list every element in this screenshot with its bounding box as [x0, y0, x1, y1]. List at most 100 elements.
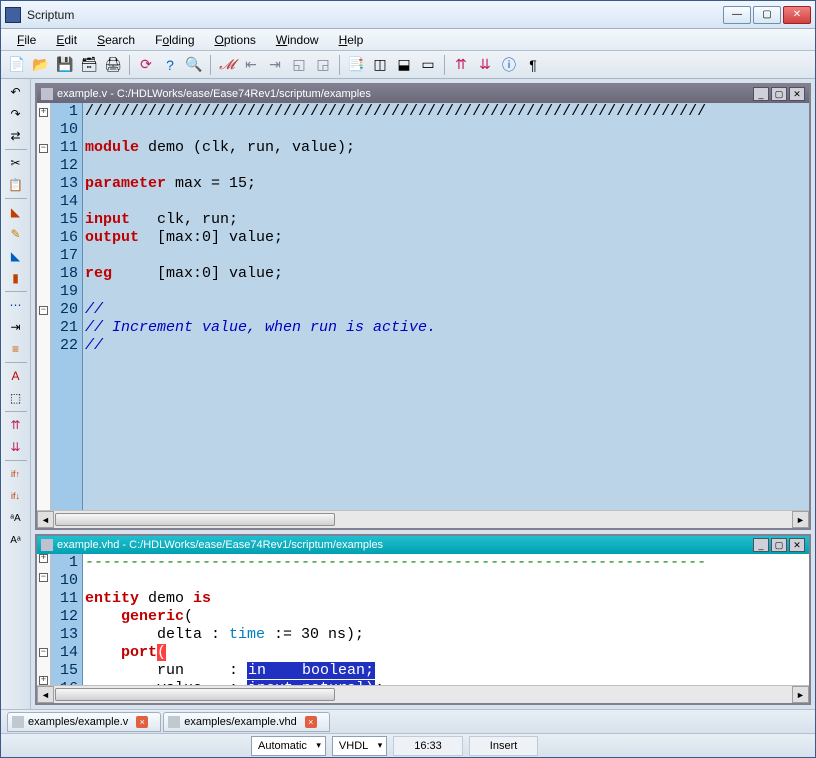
- close-button[interactable]: ✕: [783, 6, 811, 24]
- case-b-icon[interactable]: Aᵃ: [6, 531, 26, 549]
- diff-next-icon[interactable]: ⇊: [475, 55, 495, 75]
- document-icon: [168, 716, 180, 728]
- app-title: Scriptum: [27, 8, 723, 22]
- block-left-icon[interactable]: ◱: [289, 55, 309, 75]
- tab-right-icon[interactable]: ⇥: [6, 318, 26, 336]
- document-tabs: examples/example.v × examples/example.vh…: [1, 709, 815, 733]
- editor-minimize-button[interactable]: _: [753, 87, 769, 101]
- horizontal-scrollbar[interactable]: ◄ ►: [37, 685, 809, 703]
- minimize-button[interactable]: —: [723, 6, 751, 24]
- fold-gutter[interactable]: +−−: [37, 103, 51, 510]
- align-icon[interactable]: ≡: [6, 340, 26, 358]
- if1-icon[interactable]: if↑: [6, 465, 26, 483]
- menu-search[interactable]: Search: [89, 31, 143, 49]
- editor-titlebar-bottom[interactable]: example.vhd - C:/HDLWorks/ease/Ease74Rev…: [37, 536, 809, 554]
- dots-icon[interactable]: ⋯: [6, 296, 26, 314]
- save-all-icon[interactable]: 🗃: [79, 55, 99, 75]
- main-toolbar: 📄 📂 💾 🗃 🖨 ⟳ ? 🔍 𝓜 ⇤ ⇥ ◱ ◲ 📑 ◫ ⬓ ▭ ⇈ ⇊ ⓘ …: [1, 51, 815, 79]
- tab-example-vhd[interactable]: examples/example.vhd ×: [163, 712, 330, 732]
- line-number-gutter: 110111213141516171819202122: [51, 554, 83, 685]
- marker1-icon[interactable]: ◣: [6, 203, 26, 221]
- menu-window[interactable]: Window: [268, 31, 327, 49]
- help-icon[interactable]: ?: [160, 55, 180, 75]
- code-area-bottom[interactable]: +−−+ 110111213141516171819202122 -------…: [37, 554, 809, 685]
- editor-maximize-button[interactable]: ▢: [771, 538, 787, 552]
- reload-icon[interactable]: ⟳: [136, 55, 156, 75]
- marker4-icon[interactable]: ▮: [6, 269, 26, 287]
- hash1-icon[interactable]: ⇈: [6, 416, 26, 434]
- save-icon[interactable]: 💾: [55, 55, 75, 75]
- new-file-icon[interactable]: 📄: [7, 55, 27, 75]
- code-content-bottom[interactable]: ----------------------------------------…: [83, 554, 809, 685]
- cut-icon[interactable]: ✂: [6, 154, 26, 172]
- marker3-icon[interactable]: ◣: [6, 247, 26, 265]
- indent-right-icon[interactable]: ⇥: [265, 55, 285, 75]
- status-lang-dropdown[interactable]: VHDL: [332, 736, 387, 756]
- menu-folding[interactable]: Folding: [147, 31, 202, 49]
- scroll-right-icon[interactable]: ►: [792, 511, 809, 528]
- close-tab-icon[interactable]: ×: [305, 716, 317, 728]
- marker2-icon[interactable]: ✎: [6, 225, 26, 243]
- redo-icon[interactable]: ↷: [6, 105, 26, 123]
- text-a-icon[interactable]: A: [6, 367, 26, 385]
- diff-prev-icon[interactable]: ⇈: [451, 55, 471, 75]
- scroll-thumb[interactable]: [55, 688, 335, 701]
- editor-pane-verilog: example.v - C:/HDLWorks/ease/Ease74Rev1/…: [35, 83, 811, 530]
- open-file-icon[interactable]: 📂: [31, 55, 51, 75]
- code-content-top[interactable]: ////////////////////////////////////////…: [83, 103, 809, 510]
- tab-example-v[interactable]: examples/example.v ×: [7, 712, 161, 732]
- block-right-icon[interactable]: ◲: [313, 55, 333, 75]
- scroll-left-icon[interactable]: ◄: [37, 511, 54, 528]
- menu-file[interactable]: File: [9, 31, 44, 49]
- line-number-gutter: 110111213141516171819202122: [51, 103, 83, 510]
- status-insert-mode: Insert: [469, 736, 539, 756]
- horizontal-scrollbar[interactable]: ◄ ►: [37, 510, 809, 528]
- indent-left-icon[interactable]: ⇤: [241, 55, 261, 75]
- scroll-left-icon[interactable]: ◄: [37, 686, 54, 703]
- find-icon[interactable]: 🔍: [184, 55, 204, 75]
- maximize-button[interactable]: ▢: [753, 6, 781, 24]
- main-window: Scriptum — ▢ ✕ File Edit Search Folding …: [0, 0, 816, 758]
- split-v-icon[interactable]: ⬓: [394, 55, 414, 75]
- close-tab-icon[interactable]: ×: [136, 716, 148, 728]
- code-area-top[interactable]: +−− 110111213141516171819202122 ////////…: [37, 103, 809, 510]
- statusbar: Automatic VHDL 16:33 Insert: [1, 733, 815, 757]
- editors-container: example.v - C:/HDLWorks/ease/Ease74Rev1/…: [31, 79, 815, 709]
- editor-titlebar-top[interactable]: example.v - C:/HDLWorks/ease/Ease74Rev1/…: [37, 85, 809, 103]
- document-icon: [12, 716, 24, 728]
- titlebar[interactable]: Scriptum — ▢ ✕: [1, 1, 815, 29]
- bookmark-icon[interactable]: 𝓜: [217, 55, 237, 75]
- editor-close-button[interactable]: ✕: [789, 87, 805, 101]
- editor-minimize-button[interactable]: _: [753, 538, 769, 552]
- if2-icon[interactable]: if↓: [6, 487, 26, 505]
- tab-label: examples/example.vhd: [184, 716, 297, 728]
- print-icon[interactable]: 🖨: [103, 55, 123, 75]
- menubar: File Edit Search Folding Options Window …: [1, 29, 815, 51]
- editor-close-button[interactable]: ✕: [789, 538, 805, 552]
- editor-maximize-button[interactable]: ▢: [771, 87, 787, 101]
- case-a-icon[interactable]: ᵃA: [6, 509, 26, 527]
- menu-options[interactable]: Options: [207, 31, 264, 49]
- scroll-thumb[interactable]: [55, 513, 335, 526]
- copy-icon[interactable]: 📑: [346, 55, 366, 75]
- text-b-icon[interactable]: ⬚: [6, 389, 26, 407]
- tab-label: examples/example.v: [28, 716, 128, 728]
- hash2-icon[interactable]: ⇊: [6, 438, 26, 456]
- info-icon[interactable]: ⓘ: [499, 55, 519, 75]
- workarea: ↶ ↷ ⇄ ✂ 📋 ◣ ✎ ◣ ▮ ⋯ ⇥ ≡ A ⬚ ⇈ ⇊ if↑ if↓ …: [1, 79, 815, 709]
- document-icon: [41, 539, 53, 551]
- editor-title-top: example.v - C:/HDLWorks/ease/Ease74Rev1/…: [57, 88, 751, 100]
- menu-help[interactable]: Help: [331, 31, 372, 49]
- side-toolbar: ↶ ↷ ⇄ ✂ 📋 ◣ ✎ ◣ ▮ ⋯ ⇥ ≡ A ⬚ ⇈ ⇊ if↑ if↓ …: [1, 79, 31, 709]
- paste-icon[interactable]: 📋: [6, 176, 26, 194]
- scroll-right-icon[interactable]: ►: [792, 686, 809, 703]
- pilcrow-icon[interactable]: ¶: [523, 55, 543, 75]
- fold-gutter[interactable]: +−−+: [37, 554, 51, 685]
- unsplit-icon[interactable]: ▭: [418, 55, 438, 75]
- undo-icon[interactable]: ↶: [6, 83, 26, 101]
- menu-edit[interactable]: Edit: [48, 31, 85, 49]
- document-icon: [41, 88, 53, 100]
- swap-icon[interactable]: ⇄: [6, 127, 26, 145]
- split-h-icon[interactable]: ◫: [370, 55, 390, 75]
- status-mode-dropdown[interactable]: Automatic: [251, 736, 326, 756]
